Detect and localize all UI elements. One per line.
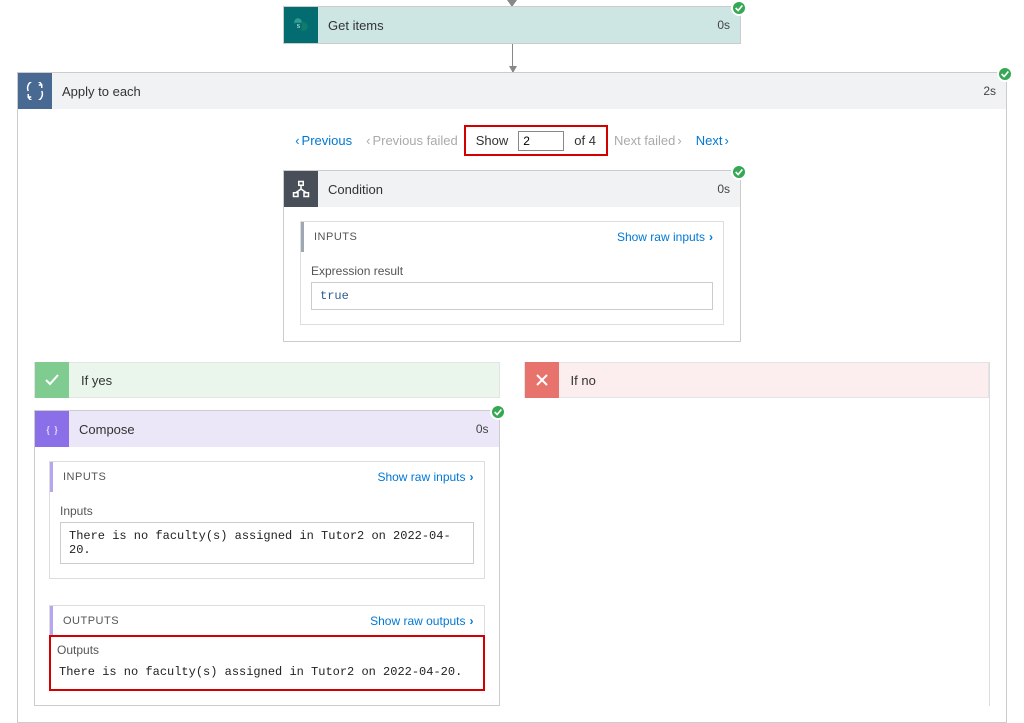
close-icon (525, 362, 559, 398)
success-badge-icon (731, 164, 747, 180)
get-items-title: Get items (318, 18, 707, 33)
apply-to-each-card[interactable]: Apply to each 2s ‹Previous ‹Previous fai… (17, 72, 1007, 723)
outputs-value: There is no faculty(s) assigned in Tutor… (57, 661, 477, 683)
compose-title: Compose (69, 422, 466, 437)
if-no-branch: If no (524, 362, 991, 706)
apply-to-each-title: Apply to each (52, 84, 973, 99)
compose-inputs-section: INPUTS Show raw inputs› Inputs There is … (49, 461, 485, 579)
next-button[interactable]: Next› (690, 129, 737, 152)
compose-icon: { } (35, 411, 69, 447)
pager-highlight: Show of 4 (464, 125, 608, 156)
get-items-duration: 0s (707, 18, 740, 32)
if-yes-branch: If yes { } Compose 0s (34, 362, 500, 706)
condition-icon (284, 171, 318, 207)
condition-duration: 0s (707, 182, 740, 196)
outputs-field-label: Outputs (57, 643, 477, 657)
condition-inputs-section: INPUTS Show raw inputs› Expression resul… (300, 221, 724, 325)
apply-to-each-duration: 2s (973, 84, 1006, 98)
success-badge-icon (731, 0, 747, 16)
inputs-label: INPUTS (63, 471, 106, 483)
compose-duration: 0s (466, 422, 499, 436)
if-yes-title: If yes (69, 373, 112, 388)
expression-result-value: true (311, 282, 713, 310)
previous-failed-button: ‹Previous failed (358, 129, 464, 152)
next-failed-button: Next failed› (608, 129, 690, 152)
connector (0, 44, 1024, 72)
if-yes-header[interactable]: If yes (34, 362, 500, 398)
success-badge-icon (997, 66, 1013, 82)
iteration-input[interactable] (518, 131, 564, 151)
condition-card[interactable]: Condition 0s INPUTS Show raw inputs› Exp… (283, 170, 741, 342)
check-icon (35, 362, 69, 398)
expression-result-label: Expression result (311, 264, 713, 278)
show-raw-outputs-link[interactable]: Show raw outputs› (370, 614, 473, 628)
success-badge-icon (490, 404, 506, 420)
if-no-header[interactable]: If no (524, 362, 990, 398)
iteration-pager: ‹Previous ‹Previous failed Show of 4 Nex… (34, 125, 990, 156)
compose-outputs-section: OUTPUTS Show raw outputs› (49, 605, 485, 637)
inputs-value: There is no faculty(s) assigned in Tutor… (60, 522, 474, 564)
previous-button[interactable]: ‹Previous (287, 129, 358, 152)
loop-icon (18, 73, 52, 109)
compose-card[interactable]: { } Compose 0s INPUTS (34, 410, 500, 706)
inputs-field-label: Inputs (60, 504, 474, 518)
show-label: Show (470, 129, 515, 152)
show-raw-inputs-link[interactable]: Show raw inputs› (377, 470, 473, 484)
show-raw-inputs-link[interactable]: Show raw inputs› (617, 230, 713, 244)
svg-text:{ }: { } (45, 424, 58, 436)
svg-text:S: S (297, 24, 300, 30)
sharepoint-icon: S (284, 7, 318, 43)
of-total: of 4 (568, 129, 602, 152)
get-items-card[interactable]: S Get items 0s (283, 6, 741, 44)
condition-title: Condition (318, 182, 707, 197)
if-no-title: If no (559, 373, 596, 388)
outputs-highlight: Outputs There is no faculty(s) assigned … (49, 635, 485, 691)
inputs-label: INPUTS (314, 231, 357, 243)
